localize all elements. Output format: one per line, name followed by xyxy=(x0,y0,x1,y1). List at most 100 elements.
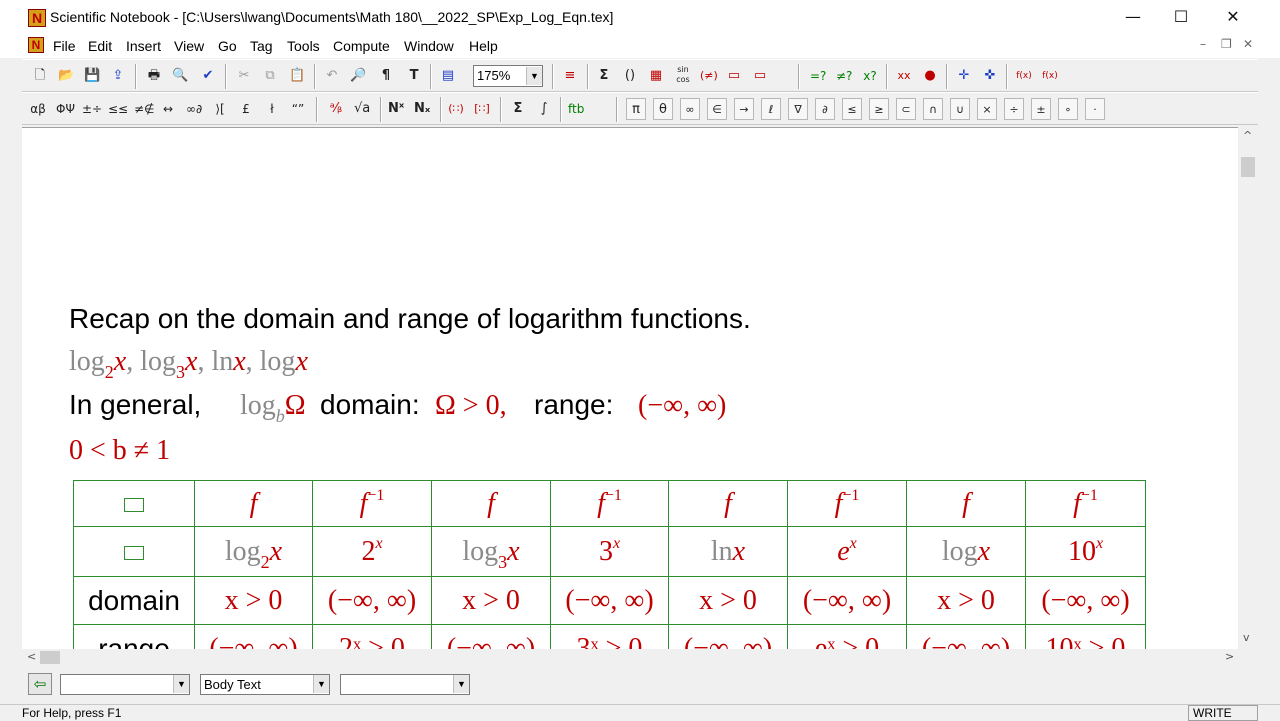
menu-window[interactable]: Window xyxy=(404,38,454,54)
menu-edit[interactable]: Edit xyxy=(88,38,112,54)
display-icon[interactable]: (≠) xyxy=(698,65,720,87)
text-mode-icon[interactable]: T xyxy=(404,65,424,87)
table-cell[interactable]: x > 0 xyxy=(906,576,1026,625)
symbol-element-of-button[interactable]: ∈ xyxy=(707,98,727,120)
table-view-icon[interactable]: ▤ xyxy=(438,65,458,87)
symbol-infinity-button[interactable]: ∞ xyxy=(680,98,700,120)
table-cell[interactable]: f−1 xyxy=(550,480,669,527)
symbol-divide-button[interactable]: ÷ xyxy=(1004,98,1024,120)
minimize-button[interactable]: — xyxy=(1106,0,1160,34)
symbol-right-arrow-button[interactable]: → xyxy=(734,98,754,120)
brackets-icon[interactable]: () xyxy=(620,65,640,87)
symbol-geq-button[interactable]: ≥ xyxy=(869,98,889,120)
fraction-box-icon[interactable]: ▭ xyxy=(724,65,744,87)
fraction-icon[interactable]: ᵃ⁄ᵦ xyxy=(326,98,346,120)
find-icon[interactable]: 🔎 xyxy=(348,65,368,87)
plot-3d-icon[interactable]: ✜ xyxy=(980,65,1000,87)
symbol-pi-button[interactable]: π xyxy=(626,98,646,120)
latin-extended-icon[interactable]: ł xyxy=(262,98,282,120)
document-area[interactable]: Recap on the domain and range of logarit… xyxy=(22,127,1258,649)
mdi-close-button[interactable]: ✕ xyxy=(1243,37,1253,51)
spell-check-icon[interactable]: ✔ xyxy=(198,65,218,87)
menu-tools[interactable]: Tools xyxy=(287,38,320,54)
latin-1-icon[interactable]: £ xyxy=(236,98,256,120)
scroll-down-icon[interactable]: v xyxy=(1243,631,1250,644)
table-corner-cell[interactable] xyxy=(73,526,195,577)
table-cell[interactable]: x > 0 xyxy=(194,576,313,625)
matrix-icon[interactable]: ▦ xyxy=(646,65,666,87)
cut-icon[interactable]: ✂ xyxy=(234,65,254,87)
symbol-partial-button[interactable]: ∂ xyxy=(815,98,835,120)
radical-icon[interactable]: √a xyxy=(352,98,372,120)
chevron-down-icon[interactable]: ▼ xyxy=(453,675,469,693)
table-cell[interactable]: eˣ > 0 xyxy=(787,624,907,649)
chevron-down-icon[interactable]: ▼ xyxy=(313,675,329,693)
text-tag-select[interactable]: Body Text ▼ xyxy=(200,674,330,695)
menu-view[interactable]: View xyxy=(174,38,204,54)
greek-upper-icon[interactable]: ΦΨ xyxy=(54,98,77,120)
menu-tag[interactable]: Tag xyxy=(250,38,273,54)
table-cell[interactable]: (−∞, ∞) xyxy=(787,576,907,625)
menu-compute[interactable]: Compute xyxy=(333,38,390,54)
table-cell[interactable]: 2ˣ > 0 xyxy=(312,624,432,649)
operators-icon[interactable]: Σ xyxy=(508,98,528,120)
symbol-script-l-button[interactable]: ℓ xyxy=(761,98,781,120)
maximize-button[interactable]: ☐ xyxy=(1154,0,1208,34)
table-cell[interactable]: 10x xyxy=(1025,526,1146,577)
table-cell[interactable]: (−∞, ∞) xyxy=(431,624,551,649)
symbol-cdot-button[interactable]: · xyxy=(1085,98,1105,120)
parentheses-icon[interactable]: (∷) xyxy=(446,98,466,120)
horizontal-scroll-thumb[interactable] xyxy=(40,651,60,664)
center-align-icon[interactable]: ≡ xyxy=(560,65,580,87)
evaluate-numeric-icon[interactable]: ≠? xyxy=(834,65,854,87)
binary-ops-icon[interactable]: ±÷ xyxy=(80,98,104,120)
section-tag-select[interactable]: ▼ xyxy=(60,674,190,695)
menu-file[interactable]: File xyxy=(53,38,76,54)
negated-relations-icon[interactable]: ≠∉ xyxy=(132,98,157,120)
horizontal-scrollbar[interactable]: < > xyxy=(22,649,1238,666)
table-cell[interactable]: (−∞, ∞) xyxy=(312,576,432,625)
table-cell[interactable]: f−1 xyxy=(1025,480,1146,527)
table-cell[interactable]: 10ˣ > 0 xyxy=(1025,624,1146,649)
table-cell[interactable]: log2x xyxy=(194,526,313,577)
chevron-down-icon[interactable]: ▼ xyxy=(173,675,189,693)
close-button[interactable]: ✕ xyxy=(1206,0,1260,34)
table-cell[interactable]: 3x xyxy=(550,526,669,577)
menu-go[interactable]: Go xyxy=(218,38,237,54)
arrows-icon[interactable]: ↔ xyxy=(158,98,178,120)
show-definitions-icon[interactable]: f(x) xyxy=(1040,65,1060,87)
plot-2d-icon[interactable]: ✛ xyxy=(954,65,974,87)
square-brackets-icon[interactable]: [∷] xyxy=(472,98,492,120)
open-folder-icon[interactable]: 📂 xyxy=(56,65,76,87)
chevron-down-icon[interactable]: ▼ xyxy=(526,67,542,85)
table-cell[interactable]: log3x xyxy=(431,526,551,577)
vertical-scroll-thumb[interactable] xyxy=(1241,157,1255,177)
table-cell[interactable]: f xyxy=(668,480,788,527)
math-names-icon[interactable]: ftb xyxy=(566,98,586,120)
superscript-icon[interactable]: Nˣ xyxy=(386,98,406,120)
table-cell[interactable]: 2x xyxy=(312,526,432,577)
subscript-icon[interactable]: Nₓ xyxy=(412,98,432,120)
table-cell[interactable]: (−∞, ∞) xyxy=(906,624,1026,649)
symbol-times-button[interactable]: × xyxy=(977,98,997,120)
symbol-circ-button[interactable]: ∘ xyxy=(1058,98,1078,120)
greek-lower-icon[interactable]: αβ xyxy=(28,98,48,120)
menu-insert[interactable]: Insert xyxy=(126,38,161,54)
vertical-scrollbar[interactable]: ^ v xyxy=(1238,127,1258,649)
symbol-intersection-button[interactable]: ∩ xyxy=(923,98,943,120)
table-cell[interactable]: f xyxy=(194,480,313,527)
copy-icon[interactable]: ⧉ xyxy=(260,65,280,87)
delimiters-icon[interactable]: ⟩[ xyxy=(210,98,230,120)
save-icon[interactable]: 💾 xyxy=(82,65,102,87)
scroll-right-icon[interactable]: > xyxy=(1225,650,1234,663)
table-cell[interactable]: ex xyxy=(787,526,907,577)
print-icon[interactable]: 🖶 xyxy=(144,65,164,87)
back-arrow-icon[interactable]: ⇦ xyxy=(28,673,52,695)
table-cell[interactable]: (−∞, ∞) xyxy=(1025,576,1146,625)
table-cell[interactable]: lnx xyxy=(668,526,788,577)
zoom-select[interactable]: 175% ▼ xyxy=(473,65,543,87)
symbol-nabla-button[interactable]: ∇ xyxy=(788,98,808,120)
mdi-restore-button[interactable]: ❐ xyxy=(1221,37,1232,51)
table-cell[interactable]: f−1 xyxy=(312,480,432,527)
table-cell[interactable]: (−∞, ∞) xyxy=(550,576,669,625)
